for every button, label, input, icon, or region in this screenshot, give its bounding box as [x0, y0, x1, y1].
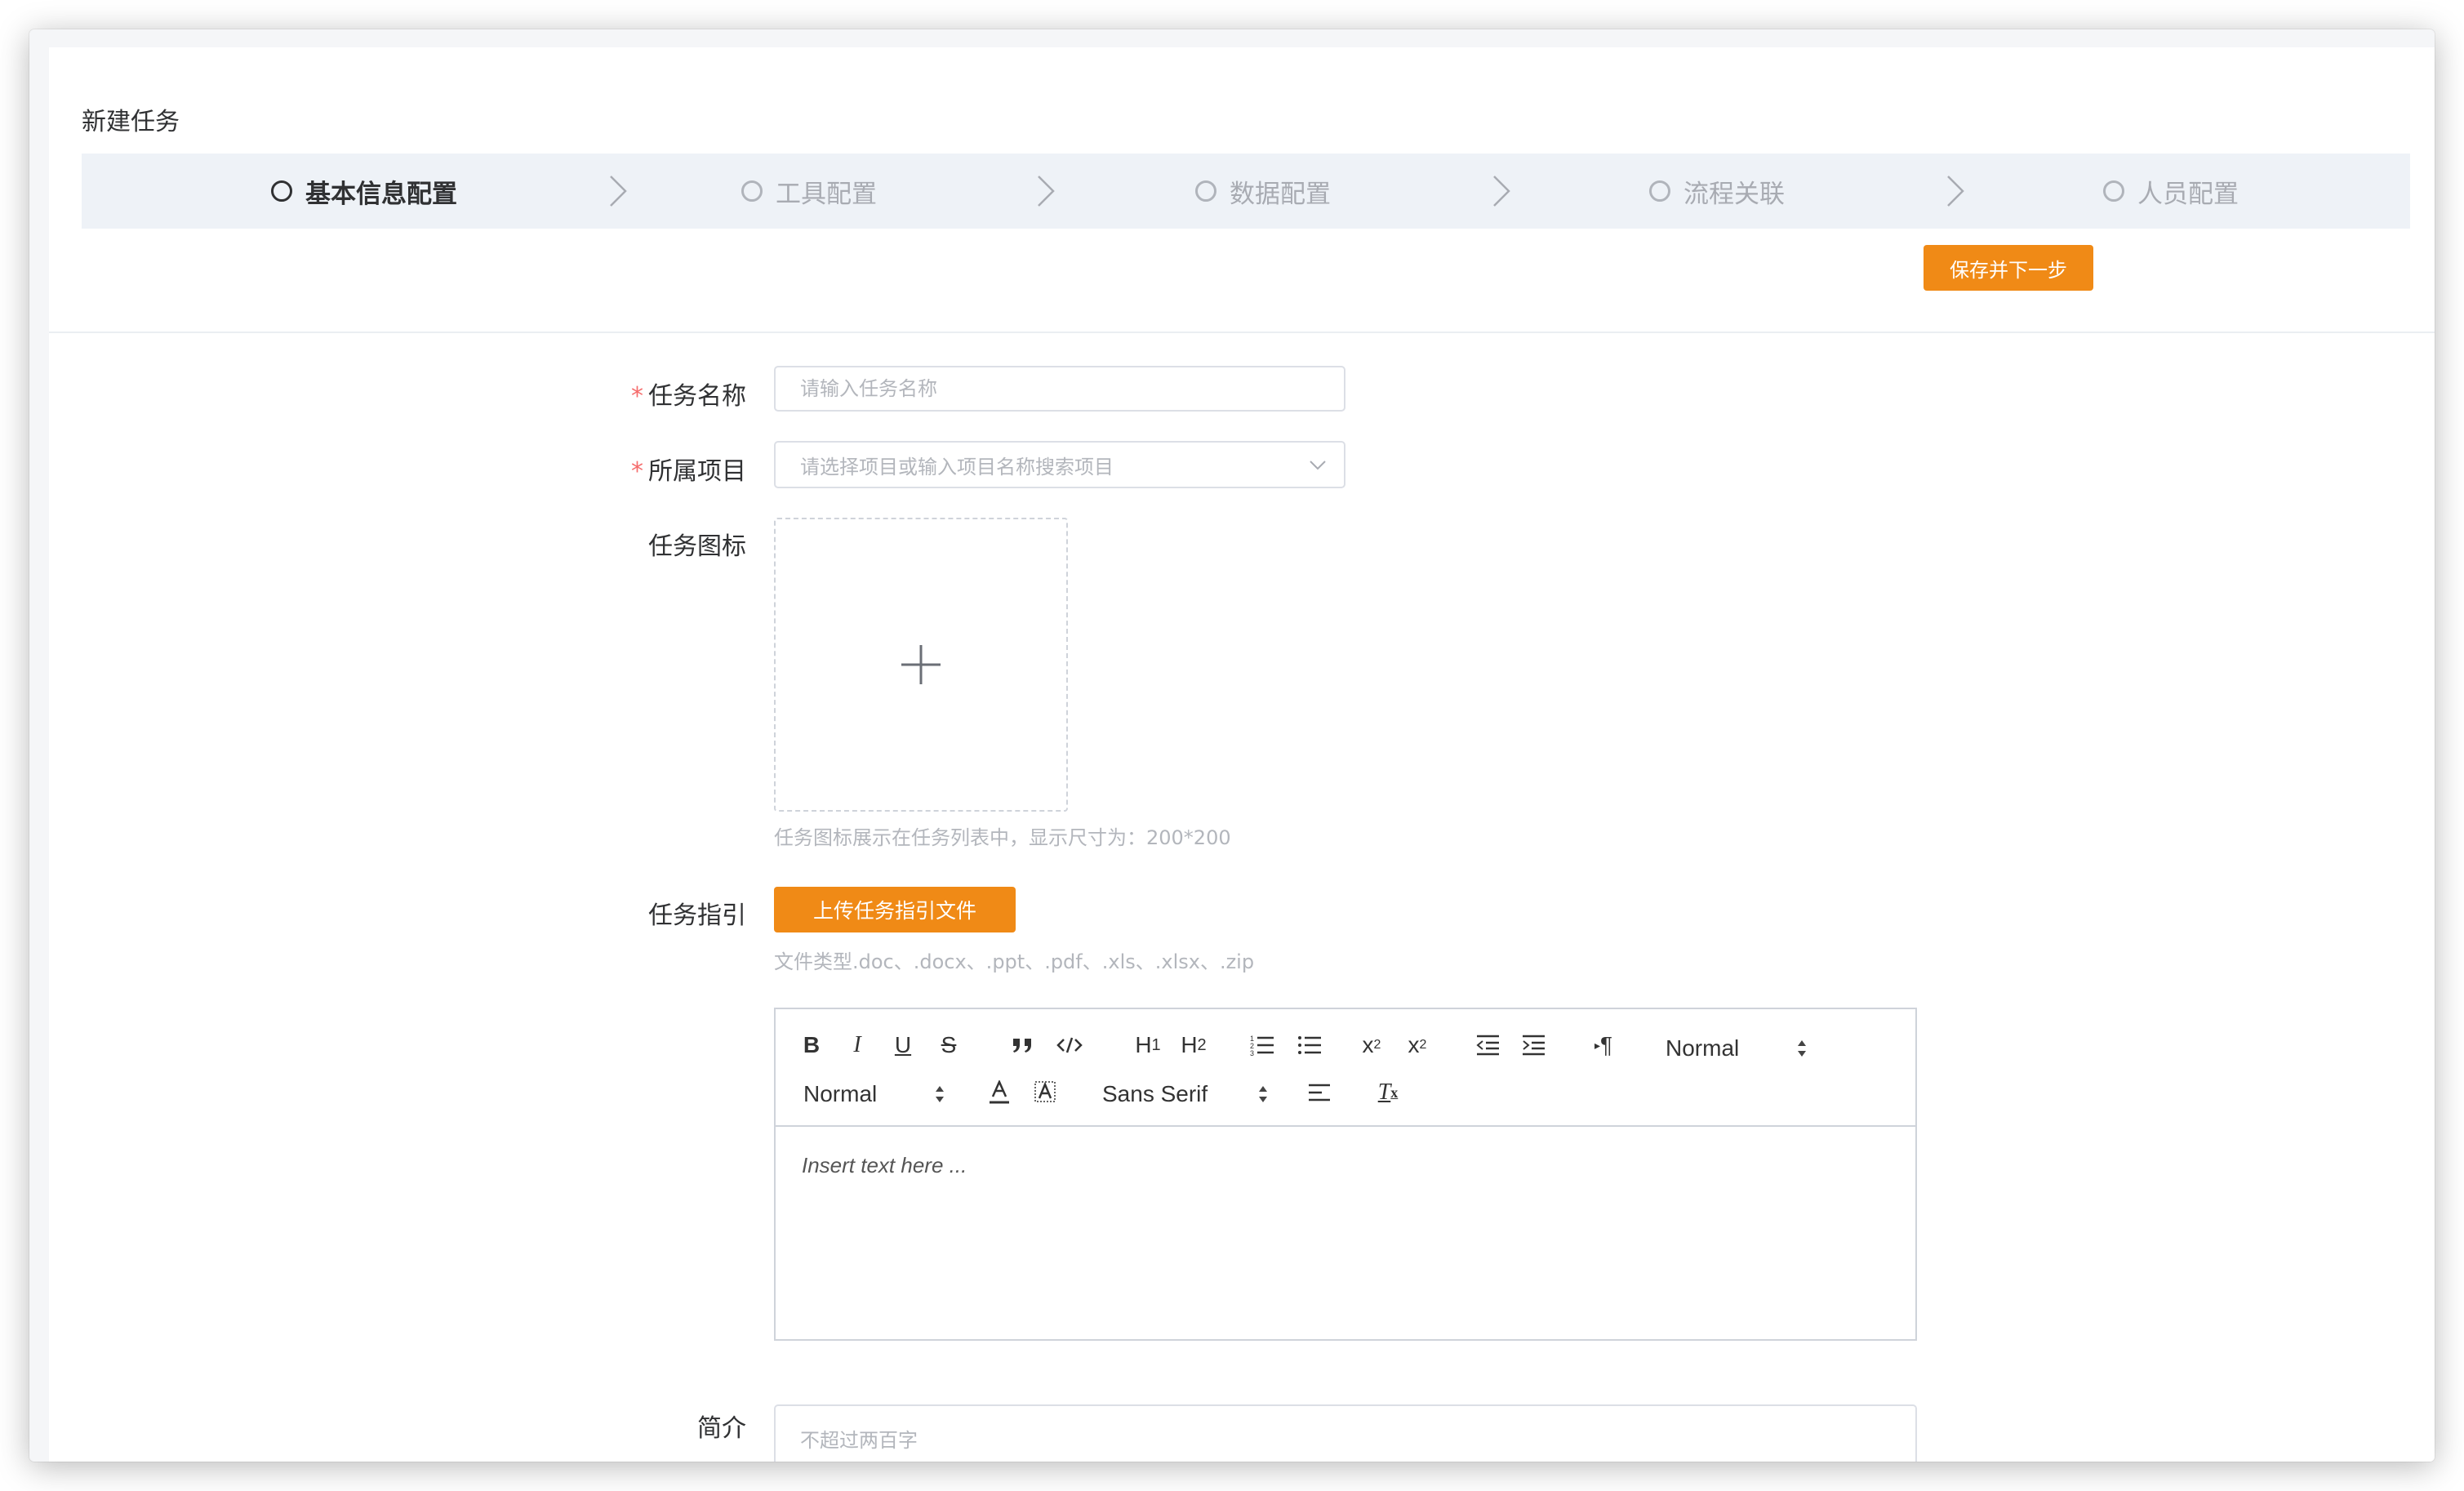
step-personnel-config[interactable]: 人员配置	[2103, 154, 2239, 229]
bullet-list-icon[interactable]	[1292, 1027, 1328, 1063]
step-process-link[interactable]: 流程关联	[1649, 154, 1785, 229]
task-name-label: * 任务名称	[631, 376, 746, 412]
project-label-text: 所属项目	[648, 457, 746, 486]
icon-hint: 任务图标展示在任务列表中，显示尺寸为：200*200	[774, 826, 1231, 849]
header-picker-value: Normal	[1666, 1035, 1740, 1061]
divider	[49, 332, 2435, 333]
step-data-config[interactable]: 数据配置	[1195, 154, 1331, 229]
chevron-right-icon	[1038, 176, 1055, 207]
project-select[interactable]: 请选择项目或输入项目名称搜索项目	[774, 441, 1345, 488]
sort-arrows-icon	[1798, 1040, 1806, 1057]
size-picker[interactable]: Normal	[803, 1076, 945, 1112]
guide-file-types-hint: 文件类型.doc、.docx、.ppt、.pdf、.xls、.xlsx、.zip	[774, 950, 1255, 973]
blockquote-icon[interactable]	[1007, 1027, 1040, 1063]
icon-upload-area[interactable]	[774, 518, 1068, 812]
superscript-icon[interactable]: x2	[1399, 1027, 1435, 1063]
chevron-down-icon	[1310, 461, 1326, 470]
step-basic-info[interactable]: 基本信息配置	[271, 154, 457, 229]
guide-label: 任务指引	[648, 901, 746, 930]
window: 新建任务 基本信息配置 工具配置 数据配置 流程关联 人员配置 保存并下一步 *…	[29, 29, 2435, 1462]
sort-arrows-icon	[936, 1086, 944, 1102]
step-label: 人员配置	[2137, 179, 2239, 209]
header-2-icon[interactable]: H2	[1174, 1027, 1213, 1063]
step-label: 工具配置	[776, 179, 877, 209]
font-picker-value: Sans Serif	[1102, 1081, 1208, 1106]
step-circle-icon	[1649, 180, 1670, 202]
project-label: * 所属项目	[631, 451, 746, 487]
align-left-icon[interactable]	[1303, 1075, 1336, 1110]
step-circle-icon	[2103, 180, 2124, 202]
subscript-icon[interactable]: x2	[1354, 1027, 1390, 1063]
save-and-next-button[interactable]: 保存并下一步	[1924, 245, 2093, 291]
header-1-icon[interactable]: H1	[1128, 1027, 1168, 1063]
intro-textarea[interactable]: 不超过两百字	[774, 1404, 1917, 1462]
chevron-right-icon	[1947, 176, 1964, 207]
editor-content-placeholder[interactable]: Insert text here ...	[802, 1153, 967, 1178]
text-direction-icon[interactable]: ▸ ¶	[1584, 1027, 1623, 1063]
steps-bar: 基本信息配置 工具配置 数据配置 流程关联 人员配置	[82, 154, 2410, 229]
svg-text:3: 3	[1250, 1049, 1254, 1057]
step-label: 基本信息配置	[305, 179, 457, 209]
size-picker-value: Normal	[803, 1081, 878, 1106]
intro-label: 简介	[697, 1414, 746, 1443]
step-circle-icon	[741, 180, 763, 202]
outdent-icon[interactable]	[1471, 1027, 1504, 1063]
ordered-list-icon[interactable]: 123	[1244, 1027, 1280, 1063]
bold-icon[interactable]: B	[795, 1027, 828, 1063]
icon-label: 任务图标	[648, 532, 746, 561]
page-card: 新建任务 基本信息配置 工具配置 数据配置 流程关联 人员配置 保存并下一步 *…	[49, 47, 2435, 1462]
rich-text-editor: B I U S H1 H2 123 x2 x2 ▸ ¶ Normal Norma…	[774, 1008, 1917, 1341]
page-title: 新建任务	[82, 108, 180, 136]
step-circle-icon	[271, 180, 292, 202]
italic-icon[interactable]: I	[841, 1027, 874, 1063]
step-label: 流程关联	[1683, 179, 1785, 209]
editor-toolbar: B I U S H1 H2 123 x2 x2 ▸ ¶ Normal Norma…	[776, 1009, 1915, 1127]
intro-placeholder: 不超过两百字	[800, 1429, 918, 1452]
chevron-right-icon	[610, 176, 627, 207]
plus-icon	[901, 645, 941, 684]
background-color-icon[interactable]	[1029, 1075, 1061, 1110]
strikethrough-icon[interactable]: S	[932, 1027, 965, 1063]
sort-arrows-icon	[1259, 1086, 1267, 1102]
text-color-icon[interactable]	[983, 1075, 1016, 1110]
task-name-input[interactable]	[774, 366, 1345, 412]
code-block-icon[interactable]	[1053, 1027, 1086, 1063]
upload-guide-button[interactable]: 上传任务指引文件	[774, 887, 1016, 932]
project-select-placeholder: 请选择项目或输入项目名称搜索项目	[800, 455, 1114, 478]
required-mark: *	[631, 457, 643, 486]
chevron-right-icon	[1493, 176, 1510, 207]
underline-icon[interactable]: U	[887, 1027, 919, 1063]
task-name-label-text: 任务名称	[648, 382, 746, 411]
header-picker[interactable]: Normal	[1666, 1030, 1808, 1066]
font-picker[interactable]: Sans Serif	[1102, 1076, 1269, 1112]
step-tool-config[interactable]: 工具配置	[741, 154, 877, 229]
clear-format-icon[interactable]: Tx	[1370, 1075, 1406, 1110]
step-circle-icon	[1195, 180, 1216, 202]
indent-icon[interactable]	[1517, 1027, 1550, 1063]
step-label: 数据配置	[1230, 179, 1331, 209]
required-mark: *	[631, 382, 643, 411]
